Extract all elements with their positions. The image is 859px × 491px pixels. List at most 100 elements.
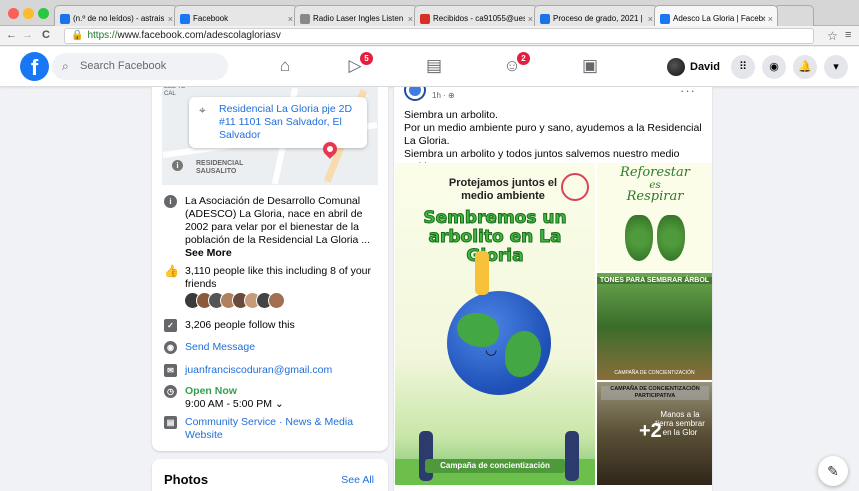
map-info-icon[interactable]: i — [172, 160, 183, 171]
browser-tab[interactable]: Radio Laser Ingles Listen Li × — [294, 5, 418, 26]
browser-tab[interactable]: Facebook × — [174, 5, 298, 26]
post-timestamp[interactable]: 1h · ⊕ — [432, 91, 455, 100]
follow-icon: ✓ — [164, 319, 177, 332]
category-link[interactable]: Community Service · News & Media Website — [185, 416, 375, 442]
adesco-logo-icon — [561, 173, 589, 201]
bookmark-star-icon[interactable]: ☆ — [827, 29, 838, 43]
hours-row: ◷ Open Now 9:00 AM - 5:00 PM ⌄ — [164, 385, 375, 411]
post-image-main[interactable]: Protejamos juntos el medio ambiente Semb… — [395, 163, 595, 485]
tab-close-icon[interactable]: × — [288, 14, 293, 24]
groups-icon[interactable]: ☺ 2 — [500, 52, 530, 78]
follows-row: ✓ 3,206 people follow this — [164, 319, 375, 332]
forward-button[interactable]: → — [22, 29, 33, 41]
groups-badge: 2 — [517, 52, 530, 65]
browser-tab[interactable]: Proceso de grado, 2021 | E × — [534, 5, 658, 26]
tab-label: Radio Laser Ingles Listen Li — [313, 14, 405, 23]
image-heading: Protejamos juntos el medio ambiente — [448, 177, 558, 202]
open-now-status: Open Now — [185, 385, 237, 397]
menu-icon[interactable]: ≡ — [845, 29, 851, 41]
tab-label: (n.º de no leídos) - astrais — [73, 14, 165, 23]
likes-text: 3,110 people like this including 8 of yo… — [185, 265, 372, 290]
url-field[interactable]: 🔒 https://www.facebook.com/adescolagloria… — [64, 28, 814, 44]
tab-favicon-icon — [420, 13, 430, 24]
post-image-reforestar[interactable]: Reforestar es Respirar — [597, 163, 712, 271]
account-dropdown-icon[interactable]: ▾ — [824, 55, 848, 79]
tab-label: Proceso de grado, 2021 | E — [553, 14, 645, 23]
child-figure — [475, 251, 489, 295]
page-avatar[interactable] — [404, 87, 426, 101]
profile-name: David — [690, 61, 720, 73]
post-image-planting[interactable]: TONES PARA SEMBRAR ÁRBOL CAMPAÑA DE CONC… — [597, 273, 712, 380]
send-message-row: ◉ Send Message — [164, 341, 375, 354]
globe-face: ◡ — [485, 341, 498, 357]
clock-icon: ◷ — [164, 385, 177, 398]
browser-tab-strip: (n.º de no leídos) - astrais × Facebook × Ra… — [0, 0, 859, 26]
zoom-window-button[interactable] — [38, 8, 49, 19]
email-row: ✉ juanfranciscoduran@gmail.com — [164, 364, 375, 377]
about-card: BEE TE CAL ⌖ Residencial La Gloria pje 2… — [152, 87, 388, 451]
browser-tab[interactable]: (n.º de no leídos) - astrais × — [54, 5, 178, 26]
url-scheme: https:// — [87, 30, 118, 41]
menu-grid-icon[interactable]: ⠿ — [731, 55, 755, 79]
watch-icon[interactable]: ▷ 5 — [343, 52, 373, 78]
tab-close-icon[interactable]: × — [408, 14, 413, 24]
likes-row: 👍 3,110 people like this including 8 of … — [164, 265, 375, 291]
close-window-button[interactable] — [8, 8, 19, 19]
planting-footer: CAMPAÑA DE CONCIENTIZACIÓN — [614, 370, 695, 376]
post-options-button[interactable]: ··· — [680, 87, 696, 98]
hours-dropdown-icon[interactable]: ⌄ — [275, 398, 284, 410]
home-icon[interactable]: ⌂ — [273, 56, 297, 78]
search-input[interactable]: ⌕ Search Facebook — [52, 53, 228, 80]
send-message-link[interactable]: Send Message — [185, 341, 375, 354]
tab-close-icon[interactable]: × — [528, 14, 533, 24]
new-tab-button[interactable] — [774, 5, 814, 26]
url-text: www.facebook.com/adescolagloriasv — [117, 30, 281, 41]
facebook-logo[interactable]: f — [20, 52, 49, 81]
image-title: Sembremos un arbolito en La Gloria — [423, 208, 567, 266]
opening-hours[interactable]: 9:00 AM - 5:00 PM — [185, 398, 272, 410]
globe-icon: ⊕ — [448, 91, 455, 100]
map-place-label: RESIDENCIAL SAUSALITO — [196, 160, 244, 175]
tab-list: (n.º de no leídos) - astrais × Facebook × Ra… — [54, 5, 814, 26]
new-message-compose-button[interactable]: ✎ — [818, 456, 848, 486]
child-figure — [419, 431, 433, 481]
tab-favicon-icon — [60, 13, 70, 24]
more-photos-count: +2 — [639, 420, 662, 442]
facebook-header: f ⌕ Search Facebook ⌂ ▷ 5 ▤ ☺ 2 ▣ David ⠿ … — [0, 47, 859, 87]
map-top-label: BEE TE CAL — [164, 87, 186, 97]
browser-tab[interactable]: Adesco La Gloria | Facebo × — [654, 5, 778, 26]
see-more-link[interactable]: See More — [185, 247, 375, 260]
tab-favicon-icon — [540, 13, 550, 24]
notifications-bell-icon[interactable]: 🔔 — [793, 55, 817, 79]
tree-lungs-icon — [623, 213, 687, 265]
tab-favicon-icon — [300, 13, 310, 24]
location-map[interactable]: BEE TE CAL ⌖ Residencial La Gloria pje 2… — [162, 87, 378, 185]
browser-tab[interactable]: Recibidos - ca91055@ues × — [414, 5, 538, 26]
planting-caption: TONES PARA SEMBRAR ÁRBOL — [597, 277, 712, 284]
email-icon: ✉ — [164, 364, 177, 377]
post-time-text: 1h · — [432, 91, 449, 100]
search-icon: ⌕ — [62, 59, 69, 73]
see-all-link[interactable]: See All — [341, 474, 374, 486]
friends-facepile[interactable] — [184, 292, 285, 309]
watch-badge: 5 — [360, 52, 373, 65]
reload-button[interactable]: C — [42, 29, 50, 41]
map-address: Residencial La Gloria pje 2D #11 1101 Sa… — [219, 103, 353, 141]
marketplace-icon[interactable]: ▤ — [422, 56, 446, 78]
post-line: Por un medio ambiente puro y sano, ayude… — [404, 122, 702, 147]
gaming-icon[interactable]: ▣ — [578, 56, 602, 78]
post-image-more[interactable]: CAMPAÑA DE CONCIENTIZACIÓN PARTICIPATIVA… — [597, 382, 712, 485]
category-row: ▤ Community Service · News & Media Websi… — [164, 416, 375, 442]
back-button[interactable]: ← — [6, 29, 17, 41]
email-link[interactable]: juanfranciscoduran@gmail.com — [185, 364, 375, 377]
tab-close-icon[interactable]: × — [768, 14, 773, 24]
tab-label: Recibidos - ca91055@ues — [433, 14, 525, 23]
tab-close-icon[interactable]: × — [648, 14, 653, 24]
info-icon: i — [164, 195, 177, 208]
profile-button[interactable]: David — [667, 58, 720, 76]
tab-close-icon[interactable]: × — [168, 14, 173, 24]
messenger-icon[interactable]: ◉ — [762, 55, 786, 79]
minimize-window-button[interactable] — [23, 8, 34, 19]
tab-label: Adesco La Gloria | Facebo — [673, 14, 765, 23]
map-address-box[interactable]: ⌖ Residencial La Gloria pje 2D #11 1101 … — [189, 97, 367, 148]
